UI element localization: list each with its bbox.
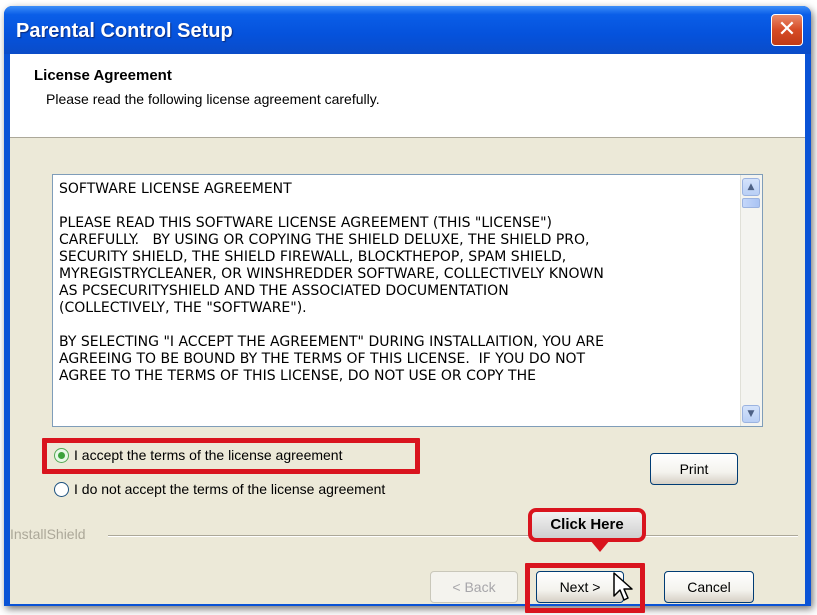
- page-subtitle: Please read the following license agreem…: [46, 91, 380, 107]
- license-text: SOFTWARE LICENSE AGREEMENT PLEASE READ T…: [59, 181, 604, 384]
- license-text-area[interactable]: SOFTWARE LICENSE AGREEMENT PLEASE READ T…: [52, 174, 763, 427]
- close-icon: ✕: [777, 17, 797, 42]
- installshield-brand: InstallShield: [10, 526, 106, 542]
- decline-radio-button[interactable]: [54, 481, 69, 497]
- decline-radio-label[interactable]: I do not accept the terms of the license…: [74, 481, 385, 497]
- callout-tail: [590, 540, 610, 552]
- header-panel: License Agreement Please read the follow…: [10, 54, 805, 138]
- scroll-up-button[interactable]: ▲: [742, 178, 760, 196]
- back-button[interactable]: < Back: [430, 571, 518, 603]
- scroll-thumb[interactable]: [742, 198, 760, 208]
- scroll-down-button[interactable]: ▼: [742, 405, 760, 423]
- chevron-down-icon: ▼: [747, 409, 755, 419]
- cancel-button[interactable]: Cancel: [664, 571, 754, 603]
- next-button[interactable]: Next >: [536, 571, 624, 603]
- page-title: License Agreement: [34, 67, 172, 84]
- dialog-body: License Agreement Please read the follow…: [10, 54, 805, 613]
- click-here-callout: Click Here: [528, 508, 646, 542]
- chevron-up-icon: ▲: [747, 182, 755, 192]
- accept-radio-option[interactable]: I accept the terms of the license agreem…: [54, 447, 342, 463]
- close-button[interactable]: ✕: [771, 14, 803, 46]
- title-bar[interactable]: Parental Control Setup ✕: [4, 6, 811, 54]
- accept-radio-button[interactable]: [54, 447, 69, 463]
- decline-radio-option[interactable]: I do not accept the terms of the license…: [54, 481, 385, 497]
- installshield-label: InstallShield: [10, 526, 86, 542]
- mouse-pointer-icon: [613, 572, 633, 601]
- vertical-scrollbar[interactable]: ▲ ▼: [740, 175, 762, 426]
- accept-radio-label[interactable]: I accept the terms of the license agreem…: [74, 447, 342, 463]
- footer-divider: [108, 535, 798, 537]
- print-button[interactable]: Print: [650, 453, 738, 485]
- setup-window: Parental Control Setup ✕ License Agreeme…: [4, 6, 811, 613]
- window-title: Parental Control Setup: [16, 20, 233, 42]
